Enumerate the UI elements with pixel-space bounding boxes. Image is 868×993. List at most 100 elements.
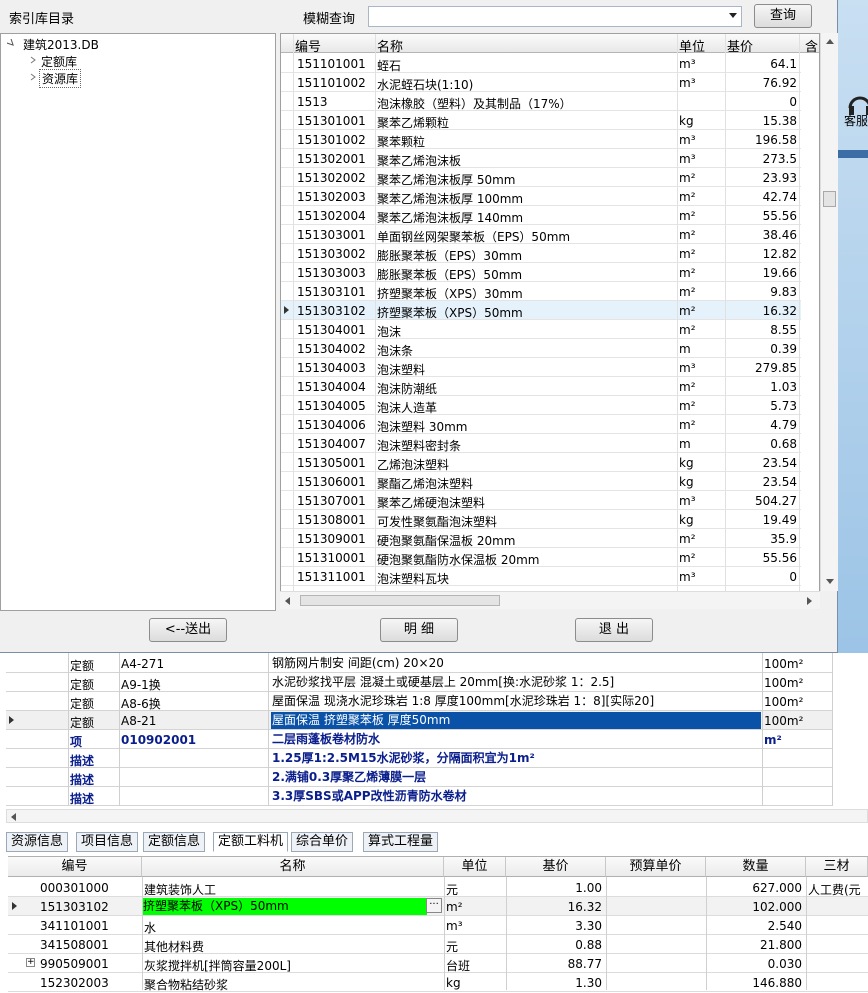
mat-col-extra[interactable]: 三材 (806, 857, 868, 877)
search-combobox[interactable] (368, 6, 742, 27)
tab-5[interactable]: 算式工程量 (363, 832, 439, 852)
grid-horizontal-scrollbar[interactable] (280, 591, 820, 609)
material-row[interactable]: 152302003 聚合物粘结砂浆 kg 1.30 146.880 (8, 973, 868, 992)
material-cell-name[interactable]: 挤塑聚苯板（XPS）50mm (143, 898, 427, 915)
tab-3[interactable]: 定额工料机 (213, 832, 289, 852)
grid-cell-name: 聚苯颗粒 (377, 135, 426, 149)
material-row[interactable]: 341508001 其他材料费 元 0.88 21.800 (8, 935, 868, 954)
grid-row[interactable]: 151304004 泡沫防潮纸 m² 1.03 (281, 377, 801, 396)
tree-item-quota[interactable]: 定额库 (41, 53, 77, 70)
grid-row[interactable]: 151304002 泡沫条 m 0.39 (281, 339, 801, 358)
grid-row[interactable]: 151304001 泡沫 m² 8.55 (281, 320, 801, 339)
grid-row[interactable]: 151311001 泡沫塑料瓦块 m³ 0 (281, 567, 801, 586)
grid-row[interactable]: 151304005 泡沫人造革 m² 5.73 (281, 396, 801, 415)
scroll-right-icon[interactable] (807, 597, 813, 605)
col-header-content[interactable]: 含 (805, 36, 818, 55)
quota-row[interactable]: 描述 1.25厚1:2.5M15水泥砂浆，分隔面积宜为1m² (6, 749, 832, 768)
grid-row[interactable]: 151101002 水泥蛭石块(1:10) m³ 76.92 (281, 73, 801, 92)
grid-row[interactable]: 151303002 膨胀聚苯板（EPS）30mm m² 12.82 (281, 244, 801, 263)
detail-button[interactable]: 明 细 (380, 618, 458, 642)
tree-item-resource[interactable]: 资源库 (39, 69, 82, 88)
tree-collapsed-icon[interactable] (29, 56, 37, 64)
grid-cell-unit: m² (679, 266, 696, 280)
grid-cell-code: 151303102 (297, 304, 366, 318)
material-row[interactable]: 990509001 灰浆搅拌机[拌筒容量200L] 台班 88.77 0.030 + (8, 954, 868, 973)
quota-column-divider (268, 653, 269, 806)
send-button[interactable]: <--送出 (149, 618, 227, 642)
quota-row[interactable]: 描述 2.满铺0.3厚聚乙烯薄膜一层 (6, 768, 832, 787)
grid-row[interactable]: 151308001 可发性聚氨酯泡沫塑料 kg 19.49 (281, 510, 801, 529)
material-row[interactable]: 000301000 建筑装饰人工 元 1.00 627.000 人工费(元 (8, 878, 868, 897)
tree-expanded-icon[interactable] (7, 39, 15, 47)
mat-col-unit[interactable]: 单位 (444, 857, 506, 877)
grid-row[interactable]: 1513 泡沫橡胶（塑料）及其制品（17%） 0 (281, 92, 801, 111)
tree-collapsed-icon[interactable] (29, 73, 37, 81)
desktop-label[interactable]: 客服 (844, 112, 868, 129)
scroll-up-icon[interactable] (826, 39, 834, 45)
material-cell-price: 1.30 (575, 976, 602, 990)
material-row[interactable]: 341101001 水 m³ 3.30 2.540 (8, 916, 868, 935)
tab-2[interactable]: 定额信息 (143, 832, 206, 852)
grid-row[interactable]: 151303003 膨胀聚苯板（EPS）50mm m² 19.66 (281, 263, 801, 282)
tab-4[interactable]: 综合单价 (291, 832, 354, 852)
material-cell-price: 88.77 (567, 957, 602, 971)
grid-row[interactable]: 151304006 泡沫塑料 30mm m² 4.79 (281, 415, 801, 434)
grid-row[interactable]: 151302001 聚苯乙烯泡沫板 m³ 273.5 (281, 149, 801, 168)
scroll-left-icon[interactable] (285, 597, 291, 605)
grid-row[interactable]: 151302002 聚苯乙烯泡沫板厚 50mm m² 23.93 (281, 168, 801, 187)
mat-col-name[interactable]: 名称 (142, 857, 444, 877)
grid-vertical-scrollbar[interactable] (820, 33, 838, 591)
grid-cell-unit: m³ (679, 494, 696, 508)
material-column-divider (142, 877, 143, 990)
material-cell-price: 1.00 (575, 881, 602, 895)
material-cell-code: 341101001 (40, 919, 109, 933)
grid-cell-code: 151302002 (297, 171, 366, 185)
mat-col-code[interactable]: 编号 (8, 857, 142, 877)
quota-row[interactable]: 描述 3.3厚SBS或APP改性沥青防水卷材 (6, 787, 832, 806)
quota-cell-type: 描述 (70, 773, 95, 787)
tree-root[interactable]: 建筑2013.DB (23, 36, 99, 53)
quota-row[interactable]: 项 010902001 二层雨蓬板卷材防水 m² (6, 730, 832, 749)
quota-row[interactable]: 定额 A9-1换 水泥砂浆找平层 混凝土或硬基层上 20mm[换:水泥砂浆 1：2.… (6, 673, 832, 692)
mat-col-qty[interactable]: 数量 (706, 857, 806, 877)
query-button[interactable]: 查询 (754, 4, 812, 28)
mat-col-budget[interactable]: 预算单价 (606, 857, 706, 877)
grid-cell-unit: m³ (679, 361, 696, 375)
mat-col-price[interactable]: 基价 (506, 857, 606, 877)
grid-header: 编号 名称 单位 基价 含 (281, 34, 819, 55)
ellipsis-button[interactable]: ··· (426, 898, 442, 913)
tab-1[interactable]: 项目信息 (76, 832, 139, 852)
col-header-unit[interactable]: 单位 (679, 36, 705, 55)
quota-horizontal-scrollbar[interactable] (6, 809, 868, 823)
expand-icon[interactable]: + (26, 958, 35, 967)
hscroll-thumb[interactable] (300, 595, 500, 606)
material-row-selected[interactable]: 151303102 挤塑聚苯板（XPS）50mm m² 16.32 102.000 ··· (8, 897, 868, 916)
scroll-left-icon[interactable] (11, 813, 17, 821)
grid-row-selected[interactable]: 151303102 挤塑聚苯板（XPS）50mm m² 16.32 (281, 301, 801, 320)
grid-row[interactable]: 151304003 泡沫塑料 m³ 279.85 (281, 358, 801, 377)
grid-row[interactable]: 151301002 聚苯颗粒 m³ 196.58 (281, 130, 801, 149)
scroll-thumb[interactable] (823, 191, 836, 207)
quota-row[interactable]: 定额 A4-271 钢筋网片制安 间距(cm) 20×20 100m² (6, 654, 832, 673)
grid-row[interactable]: 151101001 蛭石 m³ 64.1 (281, 54, 801, 73)
grid-row[interactable]: 151303001 单面钢丝网架聚苯板（EPS）50mm m² 38.46 (281, 225, 801, 244)
grid-row[interactable]: 151302003 聚苯乙烯泡沫板厚 100mm m² 42.74 (281, 187, 801, 206)
exit-button[interactable]: 退 出 (575, 618, 653, 642)
grid-row[interactable]: 151306001 聚酯乙烯泡沫塑料 kg 23.54 (281, 472, 801, 491)
grid-row[interactable]: 151301001 聚苯乙烯颗粒 kg 15.38 (281, 111, 801, 130)
grid-row[interactable]: 151310001 硬泡聚氨酯防水保温板 20mm m² 55.56 (281, 548, 801, 567)
col-header-price[interactable]: 基价 (727, 36, 753, 55)
quota-row-selected[interactable]: 定额 A8-21 屋面保温 挤塑聚苯板 厚度50mm 100m² (6, 711, 832, 730)
scroll-down-icon[interactable] (826, 579, 834, 585)
grid-row[interactable]: 151304007 泡沫塑料密封条 m 0.68 (281, 434, 801, 453)
grid-row[interactable]: 151305001 乙烯泡沫塑料 kg 23.54 (281, 453, 801, 472)
tab-0[interactable]: 资源信息 (6, 832, 69, 852)
grid-row[interactable]: 151302004 聚苯乙烯泡沫板厚 140mm m² 55.56 (281, 206, 801, 225)
grid-row[interactable]: 151303101 挤塑聚苯板（XPS）30mm m² 9.83 (281, 282, 801, 301)
col-header-name[interactable]: 名称 (377, 36, 403, 55)
chevron-down-icon[interactable] (729, 13, 737, 18)
grid-row[interactable]: 151307001 聚苯乙烯硬泡沫塑料 m³ 504.27 (281, 491, 801, 510)
grid-row[interactable]: 151309001 硬泡聚氨酯保温板 20mm m² 35.9 (281, 529, 801, 548)
quota-row[interactable]: 定额 A8-6换 屋面保温 现浇水泥珍珠岩 1:8 厚度100mm[水泥珍珠岩 1：… (6, 692, 832, 711)
col-header-code[interactable]: 编号 (295, 36, 321, 55)
